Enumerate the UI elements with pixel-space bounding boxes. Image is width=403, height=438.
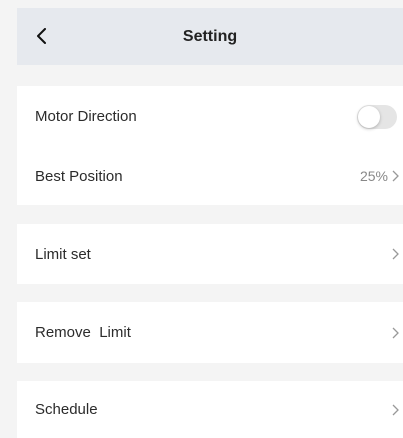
chevron-right-icon [390,169,400,183]
schedule-row[interactable]: Schedule [17,381,403,438]
header-bar: Setting [17,8,403,65]
motor-direction-row: Motor Direction [17,86,403,147]
chevron-right-icon [390,326,400,340]
toggle-knob [358,105,380,128]
page-title: Setting [182,27,238,45]
motor-direction-toggle[interactable] [357,104,397,129]
best-position-value: 25% [359,168,388,184]
schedule-label: Schedule [35,401,98,418]
best-position-row[interactable]: Best Position 25% [17,147,403,205]
chevron-right-icon [390,403,400,417]
chevron-right-icon [390,247,400,261]
motor-direction-label: Motor Direction [35,108,137,125]
back-button[interactable] [28,22,56,50]
chevron-left-icon [37,28,46,44]
limit-set-row[interactable]: Limit set [17,224,403,284]
limit-set-label: Limit set [35,245,91,263]
best-position-label: Best Position [35,167,123,185]
settings-screen: Setting Motor Direction Best Position 25… [0,0,403,438]
remove-limit-label: Remove Limit [35,324,131,341]
remove-limit-row[interactable]: Remove Limit [17,302,403,363]
